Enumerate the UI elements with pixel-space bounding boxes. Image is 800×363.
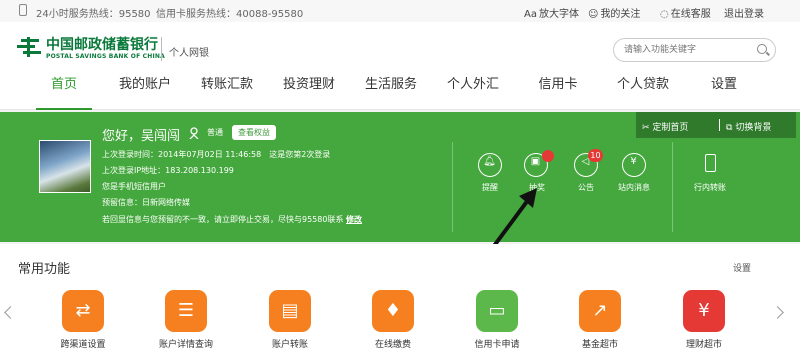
bank-name-en: POSTAL SAVINGS BANK OF CHINA — [46, 53, 165, 60]
search-icon[interactable] — [757, 44, 767, 54]
switch-background-icon: ⧉ — [726, 123, 733, 133]
banner-custom-bar: ✂ 定制首页 ⧉ 切换背景 — [636, 112, 796, 138]
welcome-banner: 您好，吴闯闯 普通 查看权益 上次登录时间：2014年07月02日 11:46:… — [0, 112, 800, 242]
search-input[interactable] — [624, 42, 754, 58]
modify-link[interactable]: 修改 — [346, 215, 362, 224]
last-login-time: 上次登录时间：2014年07月02日 11:46:58 这是您第2次登录 — [102, 150, 331, 159]
coins-icon: ☰ — [165, 290, 207, 332]
func-wealth-market[interactable]: ¥ 理财超市 — [664, 290, 744, 350]
user-level: 普通 — [207, 128, 223, 137]
my-follow-label: 我的关注 — [600, 9, 641, 20]
nav-forex[interactable]: 个人外汇 — [440, 68, 506, 110]
nav-transfer[interactable]: 转账汇款 — [194, 68, 260, 110]
sms-user-notice: 您是手机短信用户 — [102, 182, 166, 191]
func-label: 账户转账 — [271, 340, 308, 350]
phone-icon — [19, 4, 27, 16]
last-login-ip: 上次登录IP地址：183.208.130.199 — [102, 166, 234, 175]
yen-message-icon[interactable]: ¥ — [622, 153, 646, 177]
personal-banking-label: 个人网银 — [169, 48, 209, 59]
chevron-right-icon[interactable] — [771, 306, 784, 319]
quick-messages-label[interactable]: 站内消息 — [614, 182, 654, 193]
font-size-label: 放大字体 — [538, 9, 579, 20]
func-online-payment[interactable]: ♦ 在线缴费 — [353, 290, 433, 350]
func-fund-market[interactable]: ↗ 基金超市 — [560, 290, 640, 350]
logo-divider — [161, 37, 162, 61]
func-account-details[interactable]: ☰ 账户详情查询 — [146, 290, 226, 350]
common-functions-settings-link[interactable]: 设置 — [733, 261, 751, 274]
top-bar: 24小时服务热线：95580 信用卡服务热线：40088-95580 Aa 放大字… — [0, 0, 800, 22]
search-box[interactable] — [613, 38, 776, 62]
func-label: 账户详情查询 — [158, 340, 213, 350]
nav-home[interactable]: 首页 — [36, 68, 92, 110]
main-nav: 首页 我的账户 转账汇款 投资理财 生活服务 个人外汇 信用卡 个人贷款 设置 — [0, 68, 800, 110]
header: 中国邮政储蓄银行 POSTAL SAVINGS BANK OF CHINA 个人… — [0, 22, 800, 68]
hotline-24h: 24小时服务热线：95580 — [36, 9, 151, 20]
transfer-icon: ▤ — [269, 290, 311, 332]
nav-credit-card[interactable]: 信用卡 — [526, 68, 590, 110]
reserved-info: 预留信息：日新网络传媒 — [102, 198, 190, 207]
view-rights-button[interactable]: 查看权益 — [232, 125, 276, 140]
yen-icon: ¥ — [683, 290, 725, 332]
func-label: 信用卡申请 — [474, 340, 520, 350]
logout-button[interactable]: 退出登录 — [724, 5, 764, 20]
online-service-button[interactable]: ◌ 在线客服 — [660, 5, 711, 20]
custom-home-label: 定制首页 — [652, 123, 689, 133]
user-level-icon — [189, 127, 199, 139]
card-icon: ▭ — [476, 290, 518, 332]
security-warning: 若回显信息与您预留的不一致，请立即停止交易，尽快与95580联系 修改 — [102, 214, 362, 225]
func-label: 基金超市 — [581, 340, 618, 350]
switch-background-label: 切换背景 — [735, 123, 772, 133]
chat-icon: ◌ — [660, 9, 669, 20]
bank-logo-icon[interactable] — [17, 37, 41, 57]
avatar[interactable] — [39, 140, 91, 193]
bank-name-cn: 中国邮政储蓄银行 — [46, 37, 158, 53]
font-size-button[interactable]: Aa 放大字体 — [524, 5, 579, 20]
cross-channel-icon: ⇄ — [62, 290, 104, 332]
func-label: 理财超市 — [685, 340, 722, 350]
custom-home-button[interactable]: ✂ 定制首页 — [642, 120, 688, 133]
divider — [672, 142, 673, 232]
drop-icon: ♦ — [372, 290, 414, 332]
quick-announcement-label[interactable]: 公告 — [566, 182, 606, 193]
security-warning-text: 若回显信息与您预留的不一致，请立即停止交易，尽快与95580联系 — [102, 215, 344, 224]
quick-transfer-label[interactable]: 行内转账 — [690, 182, 730, 193]
phone-icon[interactable] — [705, 154, 716, 172]
divider — [452, 142, 453, 232]
nav-settings[interactable]: 设置 — [696, 68, 752, 110]
nav-my-account[interactable]: 我的账户 — [112, 68, 178, 110]
common-functions-title: 常用功能 — [18, 262, 71, 277]
custom-home-icon: ✂ — [642, 123, 650, 133]
greeting: 您好，吴闯闯 — [102, 129, 181, 144]
hotline-credit-card: 信用卡服务热线：40088-95580 — [156, 9, 304, 20]
notification-dot — [542, 150, 554, 162]
my-follow-button[interactable]: ☺ 我的关注 — [588, 5, 640, 20]
func-account-transfer[interactable]: ▤ 账户转账 — [250, 290, 330, 350]
func-label: 在线缴费 — [374, 340, 411, 350]
nav-life-services[interactable]: 生活服务 — [358, 68, 424, 110]
chevron-left-icon[interactable] — [4, 306, 17, 319]
divider — [719, 119, 720, 131]
nav-loan[interactable]: 个人贷款 — [607, 68, 679, 110]
chart-icon: ↗ — [579, 290, 621, 332]
nav-investment[interactable]: 投资理财 — [276, 68, 342, 110]
font-size-icon: Aa — [524, 9, 537, 20]
online-service-label: 在线客服 — [670, 9, 711, 20]
smile-icon: ☺ — [588, 9, 599, 20]
func-cross-channel[interactable]: ⇄ 跨渠道设置 — [43, 290, 123, 350]
bell-icon[interactable]: 🔔︎ — [478, 153, 502, 177]
func-credit-card-apply[interactable]: ▭ 信用卡申请 — [457, 290, 537, 350]
common-functions-panel: 常用功能 设置 ⇄ 跨渠道设置 ☰ 账户详情查询 ▤ 账户转账 ♦ 在线缴费 ▭… — [0, 244, 800, 363]
func-label: 跨渠道设置 — [60, 340, 106, 350]
announcement-badge: 10 — [588, 149, 603, 162]
switch-background-button[interactable]: ⧉ 切换背景 — [726, 120, 771, 133]
